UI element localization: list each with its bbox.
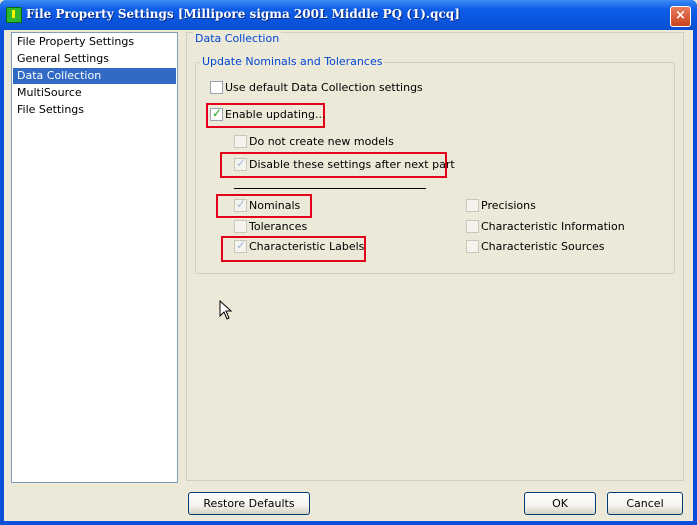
mouse-pointer-icon (219, 300, 233, 320)
precisions-checkbox[interactable] (466, 199, 479, 212)
char-labels-checkbox[interactable]: ✓ (234, 238, 247, 253)
settings-nav-list: File Property Settings General Settings … (11, 32, 178, 483)
precisions-label: Precisions (481, 199, 536, 212)
char-info-checkbox[interactable] (466, 220, 479, 233)
no-new-models-label: Do not create new models (249, 135, 394, 148)
close-button[interactable]: × (670, 6, 691, 27)
nominals-label: Nominals (249, 199, 301, 212)
use-default-label: Use default Data Collection settings (225, 81, 423, 94)
separator-line (234, 188, 426, 189)
checkmark-icon: ✓ (236, 156, 247, 170)
cancel-button[interactable]: Cancel (607, 492, 683, 515)
nav-item-multisource[interactable]: MultiSource (13, 85, 176, 101)
panel-title: Data Collection (193, 32, 282, 45)
checkmark-icon: ✓ (236, 238, 247, 252)
nav-item-general-settings[interactable]: General Settings (13, 51, 176, 67)
disable-after-next-part-checkbox[interactable]: ✓ (234, 156, 247, 171)
no-new-models-checkbox[interactable] (234, 135, 247, 148)
disable-after-next-part-label: Disable these settings after next part (249, 158, 455, 171)
use-default-checkbox[interactable] (210, 81, 223, 94)
enable-updating-checkbox[interactable]: ✓ (210, 106, 223, 121)
tolerances-checkbox[interactable] (234, 220, 247, 233)
nav-item-data-collection[interactable]: Data Collection (13, 68, 176, 84)
tolerances-label: Tolerances (249, 220, 308, 233)
restore-defaults-button[interactable]: Restore Defaults (188, 492, 310, 515)
checkmark-icon: ✓ (236, 197, 247, 211)
char-sources-label: Characteristic Sources (481, 240, 605, 253)
nav-item-file-settings[interactable]: File Settings (13, 102, 176, 118)
char-sources-checkbox[interactable] (466, 240, 479, 253)
nav-item-file-property-settings[interactable]: File Property Settings (13, 34, 176, 50)
checkmark-icon: ✓ (212, 106, 223, 120)
enable-updating-label: Enable updating... (225, 108, 326, 121)
nominals-checkbox[interactable]: ✓ (234, 197, 247, 212)
char-info-label: Characteristic Information (481, 220, 625, 233)
app-icon (6, 7, 22, 23)
char-labels-label: Characteristic Labels (249, 240, 365, 253)
window-title: File Property Settings [Millipore sigma … (26, 7, 460, 21)
group-title: Update Nominals and Tolerances (200, 55, 385, 68)
ok-button[interactable]: OK (524, 492, 596, 515)
